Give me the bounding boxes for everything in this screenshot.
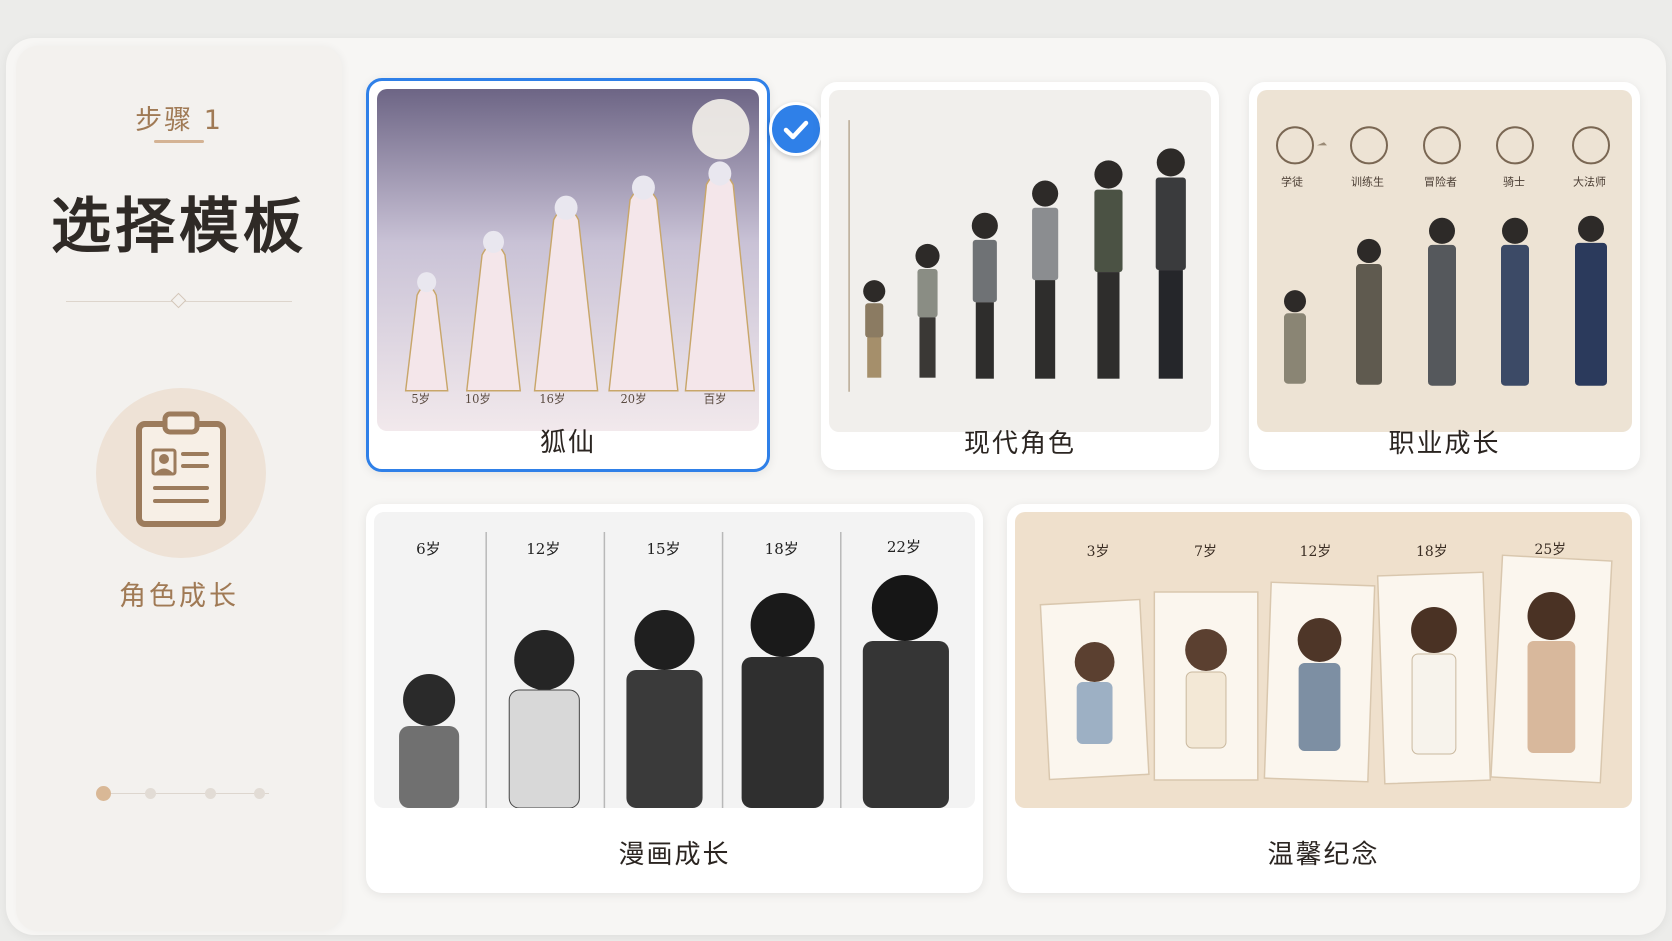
template-thumbnail: 学徒 训练生 冒险者 骑士 大法师 bbox=[1257, 90, 1632, 432]
template-label: 现代角色 bbox=[963, 429, 1076, 459]
template-label: 职业成长 bbox=[1388, 429, 1501, 459]
stage-label-2: 训练生 bbox=[1351, 175, 1384, 189]
stage-label-3: 冒险者 bbox=[1424, 175, 1457, 189]
divider-ornament bbox=[170, 292, 187, 309]
age-label-3: 12岁 bbox=[1300, 544, 1332, 560]
stage-label-4: 骑士 bbox=[1503, 176, 1525, 189]
age-label-5: 百岁 bbox=[704, 392, 727, 406]
template-card-manga-growth[interactable]: 6岁 12岁 15岁 18岁 22岁 漫画成长 bbox=[366, 504, 983, 893]
age-label-5: 25岁 bbox=[1534, 542, 1566, 558]
step-underline bbox=[154, 140, 204, 143]
age-label-5: 22岁 bbox=[887, 538, 921, 556]
age-label-4: 18岁 bbox=[1416, 544, 1448, 560]
template-thumbnail bbox=[829, 90, 1211, 432]
age-label-2: 7岁 bbox=[1194, 544, 1217, 560]
template-card-career-growth[interactable]: 学徒 训练生 冒险者 骑士 大法师 职业成长 bbox=[1249, 82, 1640, 470]
template-thumbnail: 6岁 12岁 15岁 18岁 22岁 bbox=[374, 512, 975, 808]
age-label-3: 15岁 bbox=[646, 540, 680, 558]
age-label-3: 16岁 bbox=[539, 392, 565, 406]
age-label-2: 10岁 bbox=[465, 392, 491, 406]
step-label: 步骤 1 bbox=[135, 105, 223, 136]
age-label-1: 6岁 bbox=[416, 540, 441, 558]
progress-dot-3 bbox=[205, 788, 216, 799]
category-label: 角色成长 bbox=[119, 581, 239, 612]
category-badge bbox=[96, 388, 266, 558]
stage-label-1: 学徒 bbox=[1281, 175, 1303, 189]
age-label-4: 18岁 bbox=[765, 540, 799, 558]
progress-track bbox=[104, 793, 269, 794]
stage-label-5: 大法师 bbox=[1573, 175, 1606, 189]
clipboard-profile-icon bbox=[136, 411, 226, 527]
template-thumbnail: 5岁 10岁 16岁 20岁 百岁 bbox=[377, 89, 759, 431]
age-label-1: 3岁 bbox=[1087, 544, 1110, 560]
selected-check-badge bbox=[769, 102, 823, 156]
template-label: 狐仙 bbox=[539, 428, 596, 458]
progress-dot-2 bbox=[145, 788, 156, 799]
step-progress bbox=[96, 784, 276, 804]
template-card-fox-spirit[interactable]: 5岁 10岁 16岁 20岁 百岁 狐仙 bbox=[366, 78, 770, 472]
sidebar: 步骤 1 选择模板 角色成长 bbox=[16, 46, 342, 931]
template-label: 漫画成长 bbox=[618, 840, 731, 870]
template-picker-window: 步骤 1 选择模板 角色成长 5岁 10岁 16岁 20岁 百岁 狐仙 现代角色… bbox=[6, 38, 1666, 935]
template-card-modern-character[interactable]: 现代角色 bbox=[821, 82, 1219, 470]
page-title: 选择模板 bbox=[51, 192, 307, 262]
age-label-2: 12岁 bbox=[526, 540, 560, 558]
age-label-4: 20岁 bbox=[621, 392, 647, 406]
template-thumbnail: 3岁 7岁 12岁 18岁 25岁 bbox=[1015, 512, 1632, 808]
age-label-1: 5岁 bbox=[411, 392, 430, 406]
template-card-warm-memories[interactable]: 3岁 7岁 12岁 18岁 25岁 温馨纪念 bbox=[1007, 504, 1640, 893]
progress-dot-4 bbox=[254, 788, 265, 799]
progress-dot-1 bbox=[96, 786, 111, 801]
checkmark-icon bbox=[783, 120, 809, 140]
template-label: 温馨纪念 bbox=[1267, 840, 1380, 870]
